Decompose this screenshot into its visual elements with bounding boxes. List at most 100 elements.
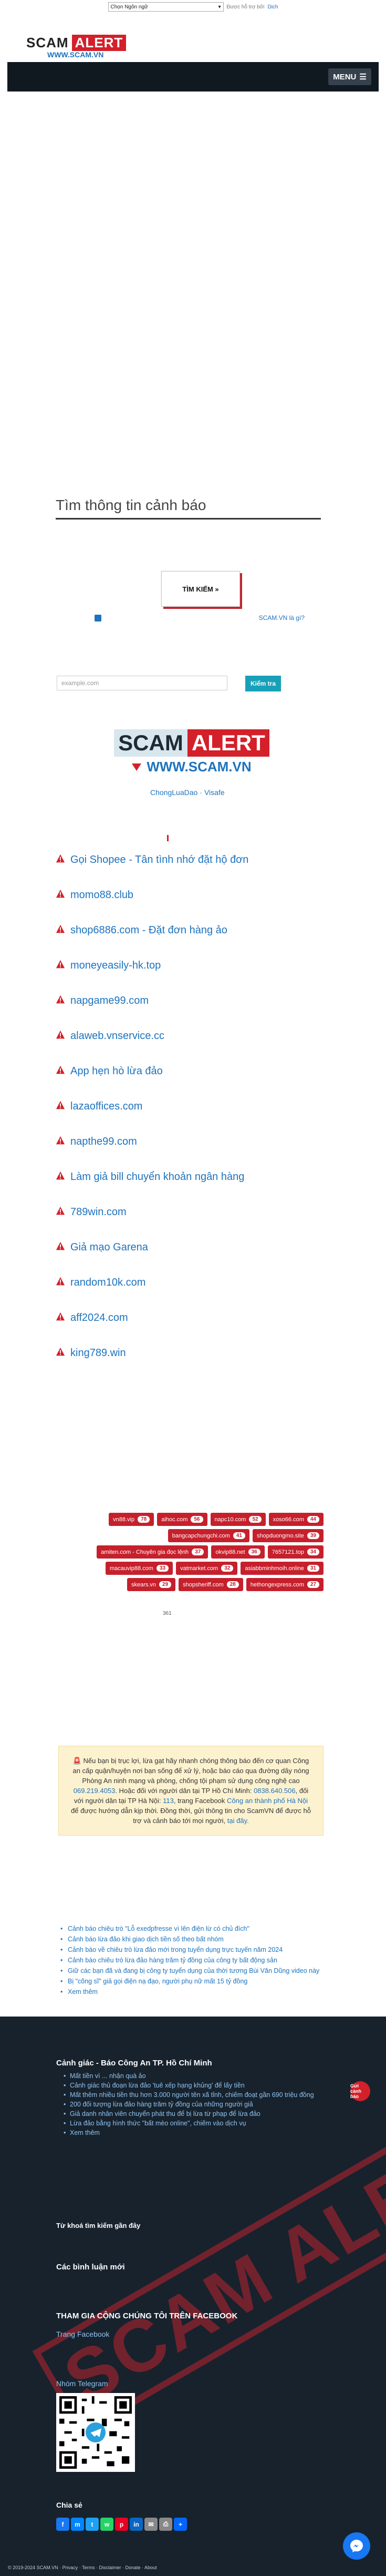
domain-input[interactable]: example.com — [57, 676, 227, 690]
translate-link[interactable]: Dịch — [267, 4, 278, 10]
police-news-link[interactable]: 200 đối tượng lừa đảo hàng trăm tỷ đồng … — [64, 2100, 316, 2109]
visafe-link[interactable]: Visafe — [204, 788, 225, 797]
what-is-link[interactable]: SCAM.VN là gì? — [259, 614, 305, 622]
hanoi-hotline-link[interactable]: 113 — [163, 1797, 174, 1805]
scam-site-item[interactable]: alaweb.vnservice.cc — [56, 1028, 324, 1044]
scam-site-name[interactable]: shop6886.com - Đặt đơn hàng ảo — [70, 922, 227, 938]
scam-site-item[interactable]: napgame99.com — [56, 993, 324, 1009]
tag-chip[interactable]: okvip88.net 36 — [211, 1545, 265, 1559]
tag-label: macauvip88.com — [109, 1565, 153, 1572]
scam-site-name[interactable]: aff2024.com — [70, 1310, 128, 1326]
tag-count: 36 — [248, 1549, 260, 1555]
warning-link[interactable]: Giữ các bạn đã và đang bị công ty tuyển … — [60, 1967, 323, 1976]
scam-site-name[interactable]: moneyeasily-hk.top — [70, 958, 161, 973]
twitter-icon[interactable]: t — [86, 2518, 99, 2531]
police-news-link[interactable]: Cảnh giác thủ đoạn lừa đảo 'tuê xếp hạng… — [64, 2081, 316, 2090]
tag-chip[interactable]: aihoc.com 56 — [157, 1513, 207, 1526]
tag-count: 37 — [192, 1549, 204, 1555]
warning-link[interactable]: Cảnh báo lừa đảo khi giao dịch tiền số t… — [60, 1935, 323, 1944]
tag-label: shopduongmo.site — [256, 1532, 304, 1539]
scam-site-item[interactable]: Gọi Shopee - Tân tình nhớ đặt hộ đơn — [56, 852, 324, 868]
scam-site-item[interactable]: lazaoffices.com — [56, 1098, 324, 1114]
more-share-icon[interactable]: + — [174, 2518, 187, 2531]
police-news-link[interactable]: Lừa đảo bằng hình thức "bất mèo online",… — [64, 2119, 316, 2127]
tag-chip[interactable]: xoso66.com 44 — [268, 1513, 324, 1526]
telegram-link[interactable]: Nhóm Telegram — [56, 2379, 108, 2388]
pinterest-icon[interactable]: p — [115, 2518, 128, 2531]
report-link[interactable]: tại đây. — [227, 1817, 249, 1825]
subscribe-checkbox[interactable] — [95, 614, 101, 622]
scam-site-name[interactable]: Giả mạo Garena — [70, 1239, 148, 1255]
scam-site-name[interactable]: momo88.club — [70, 887, 133, 903]
linkedin-icon[interactable]: in — [130, 2518, 143, 2531]
tag-chip[interactable]: bangcapchungchi.com 41 — [168, 1529, 249, 1542]
checkbox-label: Đăng ký nhận tin — [105, 614, 152, 622]
scam-site-item[interactable]: moneyeasily-hk.top — [56, 958, 324, 973]
scam-site-item[interactable]: 789win.com — [56, 1204, 324, 1220]
hcm-hotline-link[interactable]: 0838.640.506 — [254, 1787, 296, 1795]
warning-link[interactable]: Cảnh báo về chiêu trò lừa đảo mới trong … — [60, 1946, 323, 1954]
scam-site-name[interactable]: alaweb.vnservice.cc — [70, 1028, 164, 1044]
police-news-more-link[interactable]: Xem thêm — [64, 2129, 316, 2137]
warning-link[interactable]: Xem thêm — [60, 1988, 323, 1997]
tag-chip[interactable]: shopduongmo.site 39 — [252, 1529, 324, 1542]
messenger-floating-button[interactable] — [343, 2532, 370, 2560]
facebook-icon[interactable]: f — [56, 2518, 69, 2531]
police-news-link[interactable]: Mất tiền vì ... nhận quà ảo — [64, 2072, 316, 2080]
tag-chip[interactable]: vatmarket.com 32 — [176, 1562, 238, 1575]
tag-chip[interactable]: vn88.vip 78 — [109, 1513, 154, 1526]
scam-site-item[interactable]: king789.win — [56, 1345, 324, 1361]
chevron-down-icon: ▾ — [218, 4, 221, 10]
scam-site-item[interactable]: momo88.club — [56, 887, 324, 903]
scam-site-name[interactable]: napthe99.com — [70, 1134, 137, 1149]
check-button[interactable]: Kiểm tra — [245, 676, 281, 691]
scam-site-name[interactable]: napgame99.com — [70, 993, 149, 1009]
scam-site-list: Gọi Shopee - Tân tình nhớ đặt hộ đơn momo… — [56, 852, 324, 1380]
menu-button[interactable]: MENU ☰ — [328, 68, 371, 85]
scam-site-item[interactable]: napthe99.com — [56, 1134, 324, 1149]
chongluadao-link[interactable]: ChongLuaDao — [150, 788, 197, 797]
police-facebook-link[interactable]: Công an thành phố Hà Nội — [227, 1797, 308, 1805]
scam-site-name[interactable]: 789win.com — [70, 1204, 127, 1220]
scam-site-name[interactable]: lazaoffices.com — [70, 1098, 142, 1114]
whatsapp-icon[interactable]: w — [100, 2518, 113, 2531]
facebook-heading: THAM GIA CỘNG CHÚNG TÔI TRÊN FACEBOOK — [56, 2312, 238, 2320]
scam-site-name[interactable]: king789.win — [70, 1345, 126, 1361]
scam-site-item[interactable]: aff2024.com — [56, 1310, 324, 1326]
tag-chip[interactable]: shopsheriff.com 28 — [179, 1578, 243, 1591]
scam-site-name[interactable]: Làm giả bill chuyển khoản ngân hàng — [70, 1169, 244, 1185]
search-button[interactable]: TÌM KIẾM » — [161, 571, 240, 607]
scam-site-item[interactable]: random10k.com — [56, 1275, 324, 1290]
warning-link[interactable]: Bị "cõng sĩ" giả gọi điện nạ đạo, người … — [60, 1977, 323, 1986]
tag-chip[interactable]: asiabbminhmoih.online 31 — [241, 1562, 324, 1575]
telegram-qr-code — [56, 2393, 135, 2472]
facebook-page-link[interactable]: Trang Facebook — [56, 2330, 109, 2338]
police-news-link[interactable]: Giả danh nhân viên chuyển phát thu để bị… — [64, 2110, 316, 2118]
email-icon[interactable]: ✉ — [144, 2518, 158, 2531]
tag-chip[interactable]: macauvip88.com 33 — [105, 1562, 173, 1575]
scam-site-name[interactable]: Gọi Shopee - Tân tình nhớ đặt hộ đơn — [70, 852, 248, 868]
warning-link[interactable]: Cảnh báo chiêu trò lừa đảo hàng trăm tỷ … — [60, 1956, 323, 1965]
tag-chip[interactable]: napc10.com 52 — [210, 1513, 266, 1526]
report-floating-button[interactable]: Gửi cảnh báo — [350, 2081, 370, 2101]
scam-site-item[interactable]: Làm giả bill chuyển khoản ngân hàng — [56, 1169, 324, 1185]
scam-site-item[interactable]: shop6886.com - Đặt đơn hàng ảo — [56, 922, 324, 938]
scam-site-item[interactable]: Giả mạo Garena — [56, 1239, 324, 1255]
site-logo[interactable]: SCAM ALERT WWW.SCAM.VN — [26, 34, 137, 59]
print-icon[interactable]: ⎙ — [159, 2518, 172, 2531]
language-select[interactable]: Chọn Ngôn ngữ ▾ — [108, 2, 224, 12]
scam-site-name[interactable]: random10k.com — [70, 1275, 145, 1290]
tag-count: 44 — [307, 1516, 319, 1523]
hotline-link[interactable]: 069.219.4053 — [74, 1787, 116, 1795]
tag-chip[interactable]: skears.vn 29 — [127, 1578, 176, 1591]
tag-chip[interactable]: hethongexpress.com 27 — [246, 1578, 324, 1591]
tag-label: amiten.com - Chuyên gia đọc lệnh — [101, 1549, 189, 1555]
police-news-link[interactable]: Mất thêm nhiều tiền thu hơn 3.000 người … — [64, 2091, 316, 2099]
scam-site-name[interactable]: App hẹn hò lừa đảo — [70, 1063, 163, 1079]
messenger-icon[interactable]: m — [71, 2518, 84, 2531]
tag-chip[interactable]: 7657121.top 34 — [267, 1545, 324, 1559]
tag-chip[interactable]: amiten.com - Chuyên gia đọc lệnh 37 — [97, 1545, 208, 1559]
scam-site-item[interactable]: App hẹn hò lừa đảo — [56, 1063, 324, 1079]
warning-link[interactable]: Cảnh báo chiêu trò "Lỗ exedpfresse vì lê… — [60, 1925, 323, 1933]
hamburger-icon: ☰ — [359, 73, 367, 82]
